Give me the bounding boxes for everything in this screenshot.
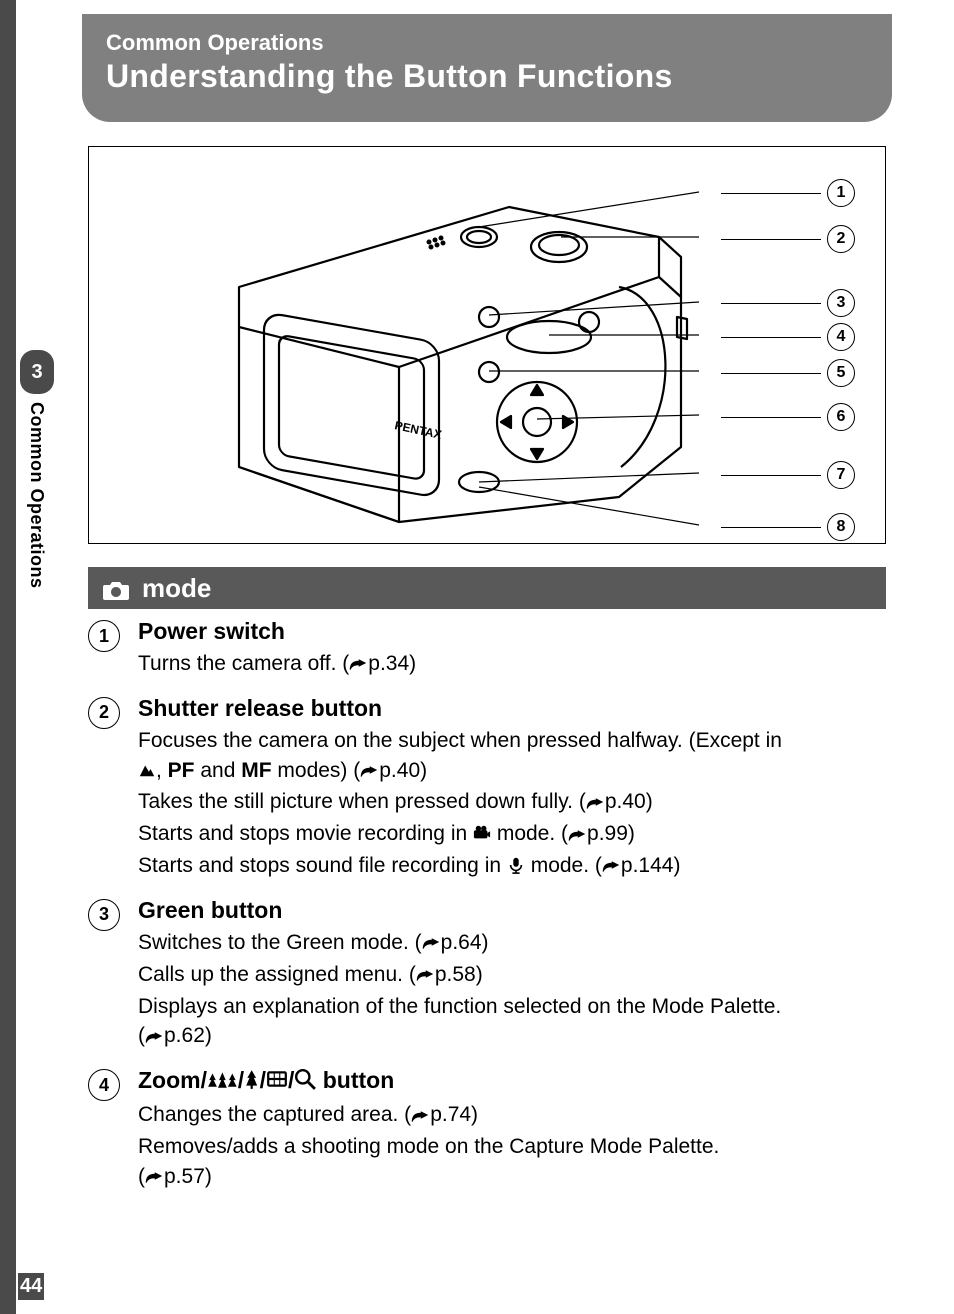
item-body: Power switch Turns the camera off. ( p.34) (138, 618, 886, 681)
item-heading: Green button (138, 897, 886, 924)
text: Starts and stops sound file recording in (138, 854, 507, 877)
ref-icon (145, 1164, 164, 1194)
text: PF (168, 759, 195, 782)
text: ( (138, 1024, 145, 1047)
text: p.57) (164, 1165, 212, 1188)
mountain-icon (138, 758, 156, 788)
item-number: 4 (88, 1069, 120, 1101)
mode-heading-bar: mode (88, 567, 886, 609)
tree1-icon (244, 1068, 259, 1096)
mic-icon (507, 853, 525, 883)
item-description: Changes the captured area. ( p.74) Removes… (138, 1100, 886, 1193)
item-number: 2 (88, 697, 120, 729)
text: p.64) (441, 931, 489, 954)
text: mode. ( (491, 822, 568, 845)
text: p.99) (587, 822, 635, 845)
magnify-icon (294, 1068, 316, 1096)
trees3-icon (207, 1068, 238, 1096)
item-description: Focuses the camera on the subject when p… (138, 726, 886, 883)
ref-icon (411, 1102, 430, 1132)
movie-icon (473, 821, 491, 851)
brand-label: PENTAX (393, 418, 443, 442)
item-heading: Shutter release button (138, 695, 886, 722)
page: Common Operations Understanding the Butt… (0, 0, 954, 1314)
left-margin-bar (0, 0, 16, 1314)
chapter-title-block: Common Operations Understanding the Butt… (82, 14, 892, 122)
item-description: Switches to the Green mode. ( p.64) Calls … (138, 928, 886, 1053)
callout-4: 4 (827, 323, 855, 351)
grid-icon (266, 1068, 288, 1096)
side-tab-label: Common Operations (26, 402, 47, 589)
text: p.62) (164, 1024, 212, 1047)
page-number: 44 (18, 1273, 44, 1300)
callout-2: 2 (827, 225, 855, 253)
item-3: 3 Green button Switches to the Green mode.… (88, 897, 886, 1053)
callout-1: 1 (827, 179, 855, 207)
item-4: 4 Zoom//// button Changes the captured are… (88, 1067, 886, 1193)
ref-icon (360, 758, 379, 788)
side-tab-number: 3 (20, 350, 54, 394)
text: Starts and stops movie recording in (138, 822, 473, 845)
text: Zoom/ (138, 1067, 207, 1093)
item-body: Shutter release button Focuses the camera… (138, 695, 886, 883)
text: mode. ( (525, 854, 602, 877)
text: p.40) (605, 790, 653, 813)
item-heading: Power switch (138, 618, 886, 645)
text: p.144) (621, 854, 681, 877)
text: p.34) (368, 652, 416, 675)
text: Focuses the camera on the subject when p… (138, 729, 782, 752)
item-description: Turns the camera off. ( p.34) (138, 649, 886, 681)
text: p.40) (379, 759, 427, 782)
camera-diagram: PENTAX 1 2 3 4 5 6 7 8 (88, 146, 886, 544)
chapter-title: Understanding the Button Functions (106, 58, 868, 95)
callout-7: 7 (827, 461, 855, 489)
ref-icon (586, 789, 605, 819)
text: and (195, 759, 242, 782)
text: Turns the camera off. ( (138, 652, 349, 675)
text: Switches to the Green mode. ( (138, 931, 422, 954)
text: p.74) (430, 1103, 478, 1126)
section-label: Common Operations (106, 30, 868, 56)
ref-icon (422, 930, 441, 960)
item-number: 1 (88, 620, 120, 652)
text: Changes the captured area. ( (138, 1103, 411, 1126)
callout-5: 5 (827, 359, 855, 387)
callout-labels: 1 2 3 4 5 6 7 8 (595, 167, 855, 527)
item-body: Green button Switches to the Green mode. … (138, 897, 886, 1053)
ref-icon (568, 821, 587, 851)
item-body: Zoom//// button Changes the captured area… (138, 1067, 886, 1193)
camera-icon (102, 577, 130, 599)
item-1: 1 Power switch Turns the camera off. ( p.34… (88, 618, 886, 681)
ref-icon (602, 853, 621, 883)
callout-6: 6 (827, 403, 855, 431)
text: MF (241, 759, 271, 782)
callout-8: 8 (827, 513, 855, 541)
ref-icon (145, 1023, 164, 1053)
item-number: 3 (88, 899, 120, 931)
text: button (316, 1067, 394, 1093)
text: Takes the still picture when pressed dow… (138, 790, 586, 813)
text: Calls up the assigned menu. ( (138, 963, 416, 986)
text: Displays an explanation of the function … (138, 995, 781, 1018)
side-tab: 3 Common Operations (16, 350, 56, 650)
callout-3: 3 (827, 289, 855, 317)
text: ( (138, 1165, 145, 1188)
text: Removes/adds a shooting mode on the Capt… (138, 1135, 719, 1158)
ref-icon (349, 651, 368, 681)
item-heading: Zoom//// button (138, 1067, 886, 1096)
text: modes) ( (272, 759, 361, 782)
ref-icon (416, 962, 435, 992)
text: , (156, 759, 168, 782)
mode-label: mode (142, 573, 211, 604)
text: p.58) (435, 963, 483, 986)
item-list: 1 Power switch Turns the camera off. ( p.34… (88, 618, 886, 1208)
item-2: 2 Shutter release button Focuses the camer… (88, 695, 886, 883)
